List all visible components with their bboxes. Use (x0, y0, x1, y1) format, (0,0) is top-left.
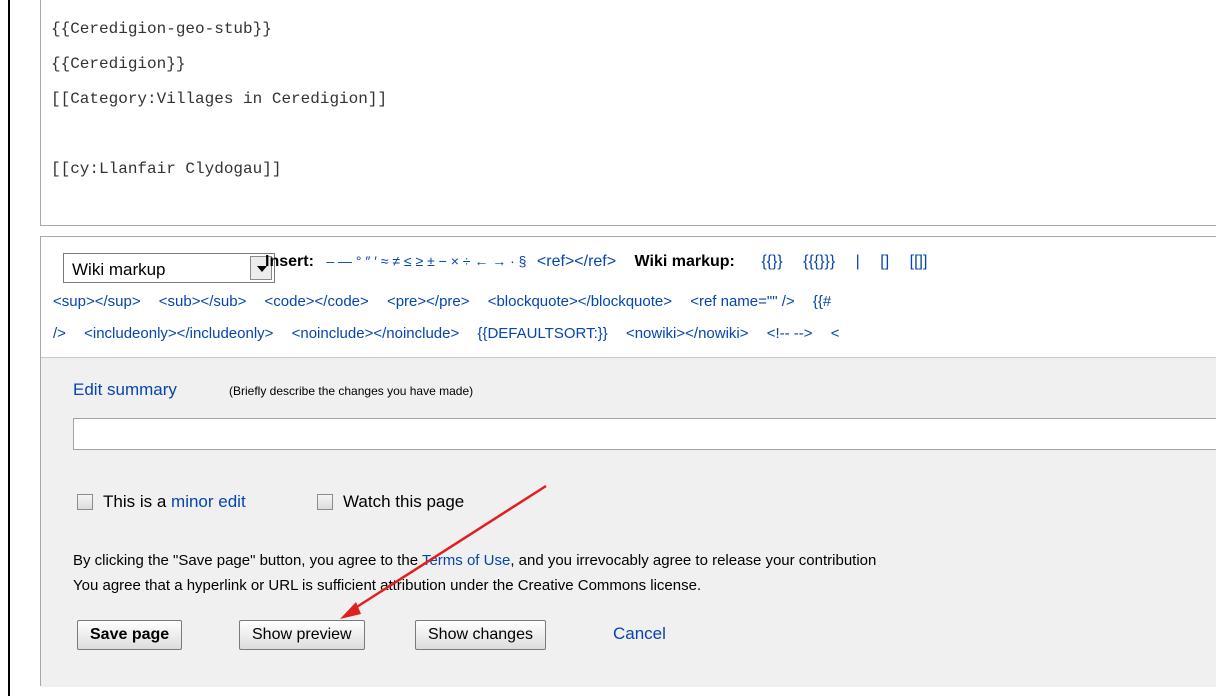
markup-item[interactable]: | (856, 253, 860, 270)
charinsert-row-2: <sup></sup> <sub></sub> <code></code> <p… (53, 293, 845, 310)
markup-item[interactable]: [] (880, 253, 889, 270)
charinsert-select[interactable]: Wiki markup (63, 253, 275, 283)
insert-ref-tag[interactable]: <ref></ref> (537, 253, 616, 270)
markup-item[interactable]: /> (53, 325, 66, 342)
markup-item[interactable]: <includeonly></includeonly> (84, 325, 273, 342)
markup-item[interactable]: {{}} (761, 253, 782, 270)
charinsert-row-1: Insert: – — ° ″ ′ ≈ ≠ ≤ ≥ ± − × ÷ ← → · … (265, 253, 941, 271)
watch-page-label: Watch this page (343, 492, 465, 511)
insert-chars[interactable]: – — ° ″ ′ ≈ ≠ ≤ ≥ ± − × ÷ ← → · § (326, 253, 526, 269)
minor-edit-link[interactable]: minor edit (171, 492, 246, 511)
markup-item[interactable]: {{# (813, 293, 831, 310)
license-notice-line-2: You agree that a hyperlink or URL is suf… (73, 577, 702, 594)
wiki-markup-label: Wiki markup: (634, 253, 735, 270)
markup-item[interactable]: <sup></sup> (53, 293, 141, 310)
edit-summary-input[interactable] (73, 418, 1216, 450)
markup-item[interactable]: [[]] (910, 253, 928, 270)
save-page-button[interactable]: Save page (77, 620, 183, 650)
wikitext-line: {{Ceredigion-geo-stub}} (51, 20, 272, 38)
cancel-link[interactable]: Cancel (613, 624, 666, 644)
charinsert-row-3: /> <includeonly></includeonly> <noinclud… (53, 325, 853, 342)
markup-item[interactable]: <blockquote></blockquote> (488, 293, 672, 310)
notice-text: , and you irrevocably agree to release y… (510, 552, 877, 569)
markup-item[interactable]: {{{}}} (803, 253, 835, 270)
markup-item[interactable]: <nowiki></nowiki> (626, 325, 749, 342)
markup-item[interactable]: {{DEFAULTSORT:}} (477, 325, 607, 342)
markup-item[interactable]: <code></code> (265, 293, 369, 310)
edit-summary-hint: (Briefly describe the changes you have m… (229, 384, 474, 398)
edit-options-panel: Wiki markup Insert: – — ° ″ ′ ≈ ≠ ≤ ≥ ± … (40, 236, 1216, 687)
markup-item[interactable]: <noinclude></noinclude> (292, 325, 460, 342)
wikitext-line: [[Category:Villages in Ceredigion]] (51, 90, 388, 108)
charinsert-toolbar: Wiki markup Insert: – — ° ″ ′ ≈ ≠ ≤ ≥ ± … (41, 237, 1216, 357)
markup-item[interactable]: <!-- --> (767, 325, 813, 342)
minor-edit-checkbox[interactable] (77, 494, 93, 510)
minor-edit-prefix: This is a (103, 492, 167, 511)
wikitext-line: {{Ceredigion}} (51, 55, 186, 73)
watch-page-checkbox[interactable] (317, 494, 333, 510)
license-notice: By clicking the "Save page" button, you … (73, 548, 1213, 598)
minor-edit-label: This is a minor edit (103, 492, 246, 512)
edit-options: Edit summary (Briefly describe the chang… (41, 357, 1216, 687)
markup-item[interactable]: < (831, 325, 840, 342)
terms-of-use-link[interactable]: Terms of Use (422, 552, 510, 569)
show-preview-button[interactable]: Show preview (239, 620, 365, 650)
charinsert-select-value: Wiki markup (72, 260, 166, 279)
license-notice-line-1: By clicking the "Save page" button, you … (73, 548, 1213, 573)
wikitext-line: [[cy:Llanfair Clydogau]] (51, 160, 282, 178)
markup-item[interactable]: <pre></pre> (387, 293, 470, 310)
notice-text: By clicking the "Save page" button, you … (73, 552, 419, 569)
edit-summary-link[interactable]: Edit summary (73, 380, 177, 400)
markup-item[interactable]: <sub></sub> (159, 293, 247, 310)
show-changes-button[interactable]: Show changes (415, 620, 546, 650)
insert-label: Insert: (265, 253, 314, 270)
wikitext-editor[interactable]: {{Ceredigion-geo-stub}} {{Ceredigion}} [… (40, 0, 1216, 226)
markup-item[interactable]: <ref name="" /> (690, 293, 794, 310)
